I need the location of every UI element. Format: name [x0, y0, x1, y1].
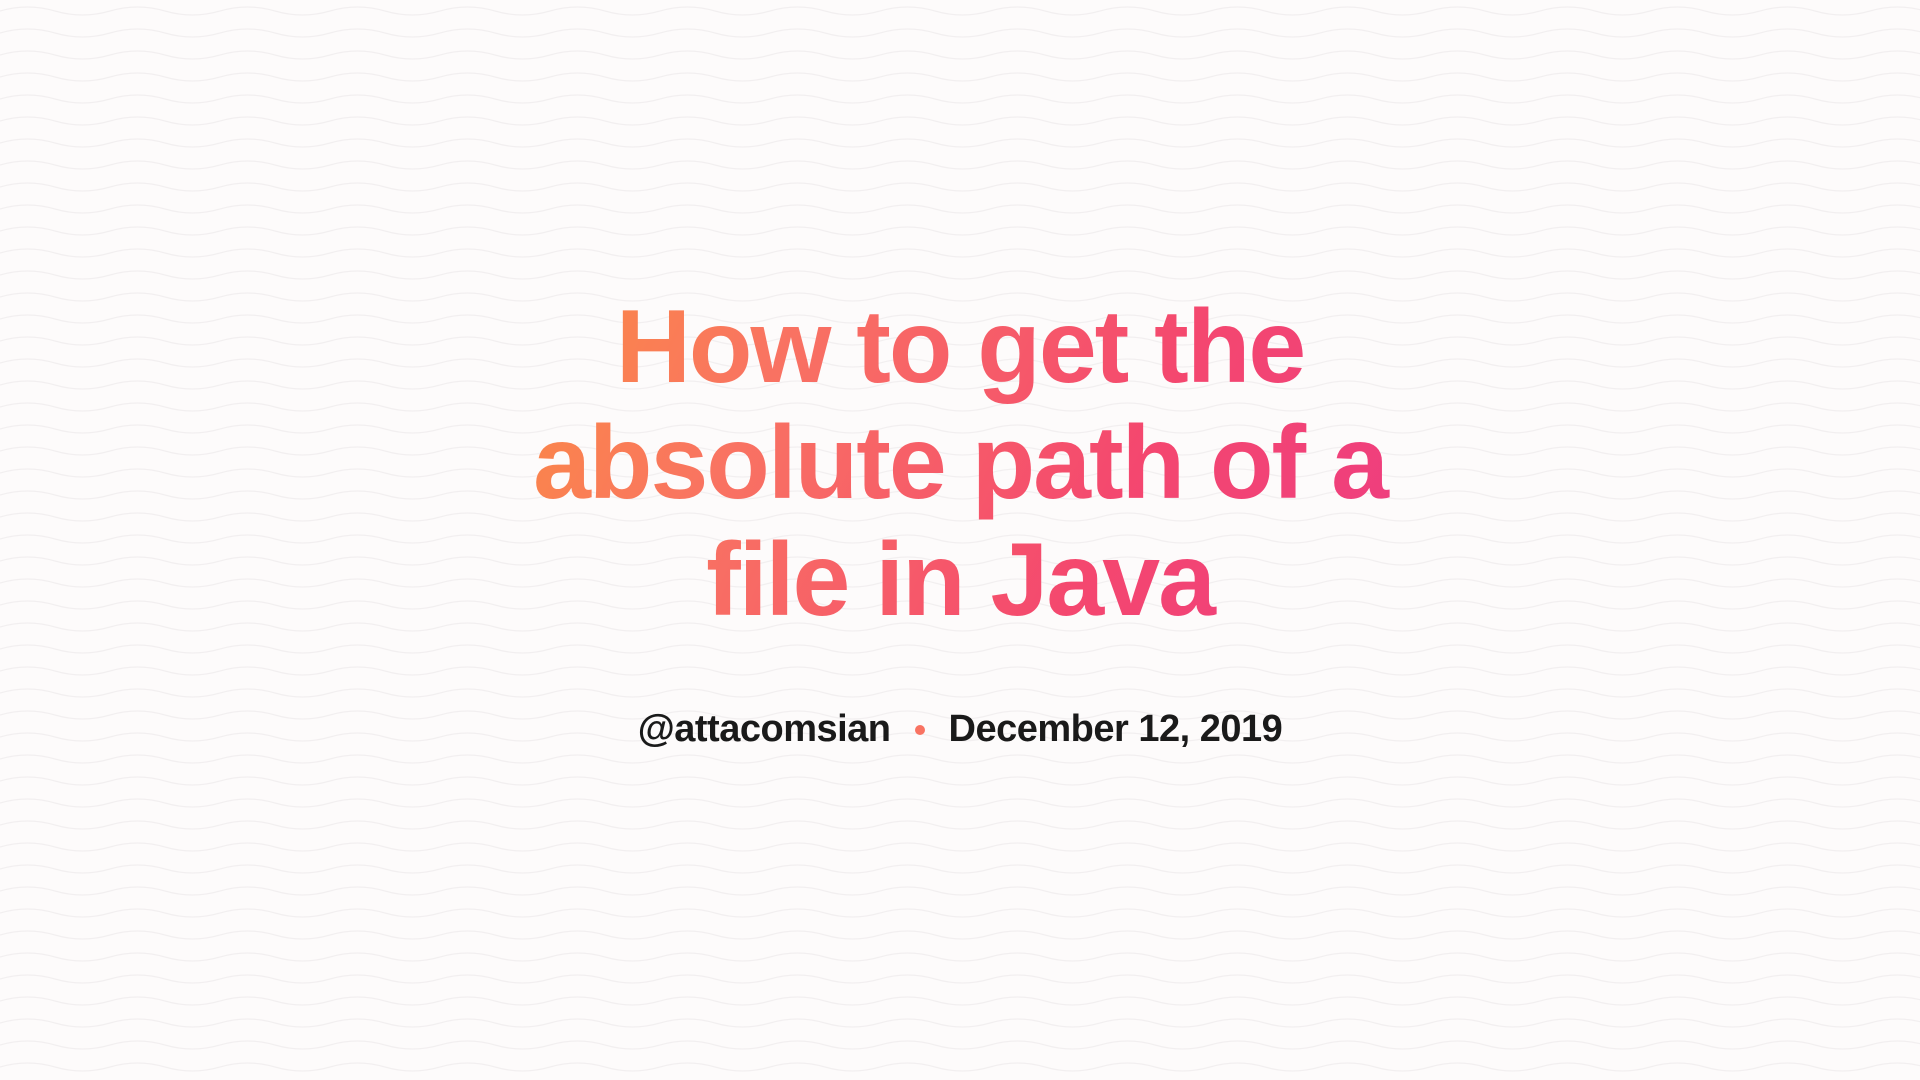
card-content: How to get the absolute path of a file i…: [410, 289, 1510, 751]
publish-date: December 12, 2019: [949, 708, 1283, 751]
dot-separator-icon: [915, 725, 925, 735]
article-meta: @attacomsian December 12, 2019: [450, 708, 1470, 751]
author-handle: @attacomsian: [638, 708, 891, 751]
article-title: How to get the absolute path of a file i…: [450, 289, 1470, 638]
